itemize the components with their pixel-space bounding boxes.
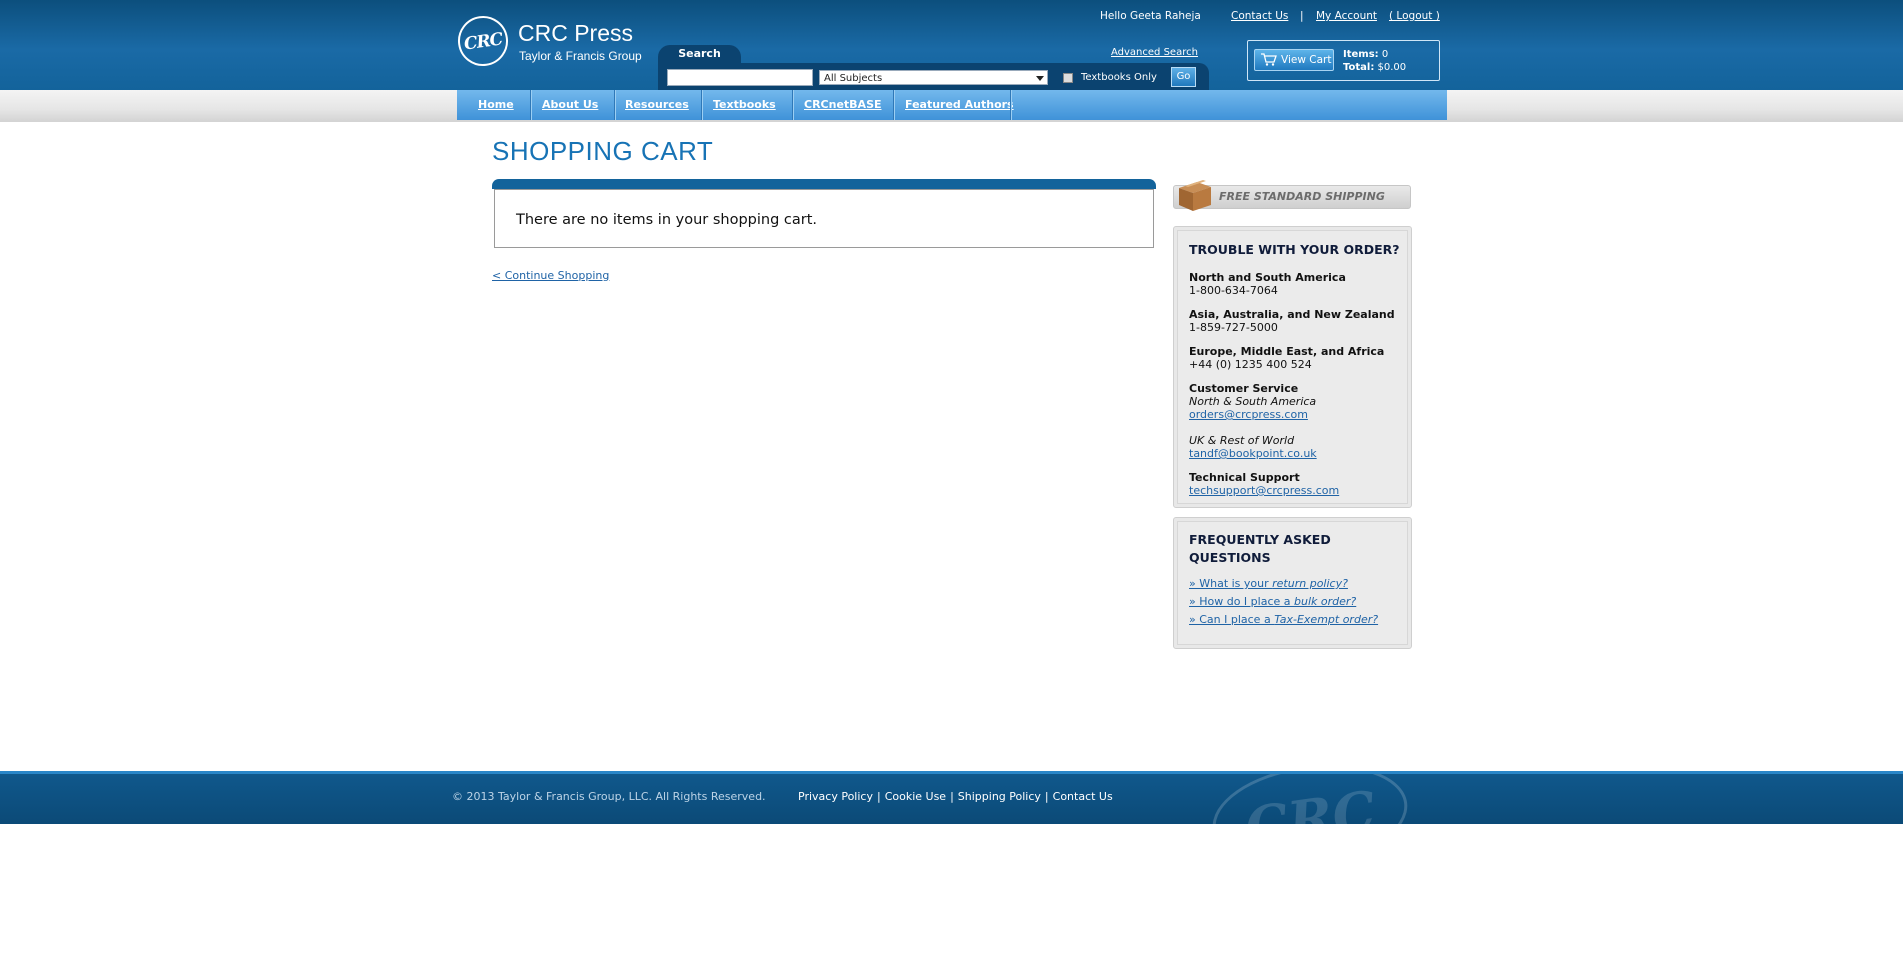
- my-account-link[interactable]: My Account: [1316, 10, 1377, 22]
- continue-shopping-link[interactable]: < Continue Shopping: [492, 269, 609, 282]
- footer-watermark-logo: CRC: [1205, 774, 1415, 824]
- subject-select[interactable]: All Subjects: [819, 70, 1048, 85]
- cart-info: Items: 0 Total: $0.00: [1343, 48, 1406, 74]
- faq-q2-em: bulk order?: [1294, 595, 1357, 608]
- faq-box-inner: FREQUENTLY ASKED QUESTIONS » What is you…: [1177, 521, 1408, 645]
- faq-q1-prefix: » What is your: [1189, 577, 1273, 590]
- faq-box: FREQUENTLY ASKED QUESTIONS » What is you…: [1173, 517, 1412, 649]
- faq-title-line1: FREQUENTLY ASKED: [1189, 532, 1331, 547]
- nav-divider: [614, 90, 615, 120]
- subject-select-value: All Subjects: [824, 73, 883, 84]
- copyright: © 2013 Taylor & Francis Group, LLC. All …: [452, 790, 766, 803]
- page-title: SHOPPING CART: [492, 136, 714, 166]
- site-footer: CRC © 2013 Taylor & Francis Group, LLC. …: [0, 771, 1903, 824]
- region-name: Asia, Australia, and New Zealand: [1189, 308, 1395, 321]
- nav-divider: [530, 90, 531, 120]
- region-phone: 1-859-727-5000: [1189, 321, 1278, 334]
- nav-textbooks[interactable]: Textbooks: [713, 90, 776, 120]
- advanced-search-link[interactable]: Advanced Search: [1111, 47, 1198, 58]
- shopping-cart-icon: [1261, 53, 1277, 66]
- logo-name: CRC Press: [518, 20, 634, 46]
- nav-featured-authors[interactable]: Featured Authors: [905, 90, 1014, 120]
- empty-cart-message: There are no items in your shopping cart…: [516, 212, 818, 228]
- region-phone: +44 (0) 1235 400 524: [1189, 358, 1312, 371]
- logout-link[interactable]: ( Logout ): [1389, 10, 1440, 22]
- faq-q3-prefix: » Can I place a: [1189, 613, 1275, 626]
- faq-q3-em: Tax-Exempt order?: [1274, 613, 1379, 626]
- faq-q1-em: return policy?: [1272, 577, 1348, 590]
- faq-return-policy-link[interactable]: » What is your return policy?: [1189, 577, 1348, 590]
- customer-service-label: Customer Service: [1189, 382, 1299, 395]
- cs-uk-email-link[interactable]: tandf@bookpoint.co.uk: [1189, 447, 1317, 460]
- cs-uk-label: UK & Rest of World: [1189, 434, 1295, 447]
- search-input[interactable]: [667, 69, 813, 86]
- region-name: North and South America: [1189, 271, 1346, 284]
- nav-divider: [1010, 90, 1011, 120]
- nav-home[interactable]: Home: [478, 90, 514, 120]
- footer-separator: |: [1044, 790, 1049, 803]
- view-cart-label: View Cart: [1281, 54, 1332, 66]
- free-shipping-text: FREE STANDARD SHIPPING: [1219, 190, 1385, 203]
- search-go-button[interactable]: Go: [1171, 67, 1196, 87]
- main-navigation: Home About Us Resources Textbooks CRCnet…: [457, 90, 1447, 120]
- nav-about-us[interactable]: About Us: [542, 90, 598, 120]
- total-value: $0.00: [1377, 62, 1407, 73]
- nav-crcnetbase[interactable]: CRCnetBASE: [804, 90, 882, 120]
- view-cart-button[interactable]: View Cart: [1254, 49, 1334, 71]
- total-label: Total:: [1343, 62, 1375, 73]
- footer-links: Privacy Policy | Cookie Use | Shipping Polic…: [798, 790, 1113, 803]
- trouble-box-inner: TROUBLE WITH YOUR ORDER? North and South…: [1177, 230, 1408, 504]
- nav-divider: [701, 90, 702, 120]
- nav-resources[interactable]: Resources: [625, 90, 689, 120]
- textbooks-only-checkbox[interactable]: [1063, 73, 1073, 83]
- tech-support-label: Technical Support: [1189, 471, 1300, 484]
- shipping-box-icon: [1179, 180, 1211, 211]
- trouble-box: TROUBLE WITH YOUR ORDER? North and South…: [1173, 226, 1412, 508]
- cookie-use-link[interactable]: Cookie Use: [885, 790, 946, 803]
- cs-na-label: North & South America: [1189, 395, 1317, 408]
- footer-contact-us-link[interactable]: Contact Us: [1053, 790, 1113, 803]
- privacy-policy-link[interactable]: Privacy Policy: [798, 790, 873, 803]
- logo-subtitle: Taylor & Francis Group: [519, 49, 642, 63]
- footer-separator: |: [876, 790, 881, 803]
- faq-tax-exempt-link[interactable]: » Can I place a Tax-Exempt order?: [1189, 613, 1378, 626]
- cart-panel-header: [492, 179, 1156, 189]
- trouble-title: TROUBLE WITH YOUR ORDER?: [1189, 242, 1400, 257]
- faq-title-line2: QUESTIONS: [1189, 550, 1271, 565]
- dropdown-arrow-icon: [1036, 76, 1044, 81]
- cart-panel: There are no items in your shopping cart…: [494, 189, 1154, 248]
- shipping-policy-link[interactable]: Shipping Policy: [958, 790, 1041, 803]
- crc-press-logo[interactable]: CRC CRC Press Taylor & Francis Group: [454, 12, 658, 72]
- search-tab: Search: [658, 45, 741, 63]
- cart-summary: View Cart Items: 0 Total: $0.00: [1247, 40, 1440, 81]
- items-label: Items:: [1343, 49, 1379, 60]
- util-separator: |: [1300, 10, 1304, 22]
- faq-q2-prefix: » How do I place a: [1189, 595, 1294, 608]
- faq-bulk-order-link[interactable]: » How do I place a bulk order?: [1189, 595, 1356, 608]
- contact-us-link[interactable]: Contact Us: [1231, 10, 1288, 22]
- textbooks-only-label: Textbooks Only: [1081, 72, 1157, 83]
- region-name: Europe, Middle East, and Africa: [1189, 345, 1385, 358]
- greeting: Hello Geeta Raheja: [1100, 10, 1201, 22]
- cs-na-email-link[interactable]: orders@crcpress.com: [1189, 408, 1308, 421]
- items-count: 0: [1381, 49, 1389, 60]
- region-phone: 1-800-634-7064: [1189, 284, 1278, 297]
- nav-divider: [893, 90, 894, 120]
- nav-divider: [792, 90, 793, 120]
- tech-support-email-link[interactable]: techsupport@crcpress.com: [1189, 484, 1339, 497]
- footer-separator: |: [950, 790, 954, 803]
- logo-emblem: CRC: [454, 12, 512, 70]
